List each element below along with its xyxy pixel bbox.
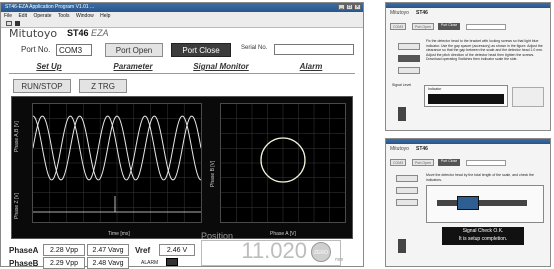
phase-b-label: PhaseB: [9, 259, 39, 268]
menu-bar: File Edit Operate Tools Window Help: [1, 12, 363, 20]
port-close-button[interactable]: Port Close: [171, 43, 231, 57]
dialog-bottom-step1-button[interactable]: [396, 175, 418, 182]
dialog-top-serial-input[interactable]: [466, 24, 506, 30]
dialog-top-model: ST46: [416, 10, 428, 16]
phase-a-label: PhaseA: [9, 246, 39, 255]
minimize-button[interactable]: _: [338, 4, 345, 10]
dialog-bottom-instructions: Move the detector head by the total leng…: [426, 173, 534, 182]
alarm-label: ALARM: [141, 260, 159, 266]
status-box: Signal Check O.K. It is setup completion…: [442, 227, 524, 245]
led-indicator: [428, 94, 504, 104]
phase-b-vpp: 2.29 Vpp: [43, 257, 85, 269]
app-panel: Mitutoyo ST46 EZA Port No. COM3 Port Ope…: [1, 27, 363, 269]
vref-label: Vref: [135, 246, 151, 255]
dialog-bottom-port-close[interactable]: Port Close: [438, 159, 460, 166]
oscilloscope-panel: Phase A,B [V] Phase Z [V] Time [ms] Phas…: [11, 96, 353, 239]
serial-input[interactable]: [274, 44, 354, 55]
dialog-top-port-open[interactable]: Port Open: [412, 23, 434, 30]
tab-parameter[interactable]: Parameter: [93, 62, 173, 71]
tab-setup[interactable]: Set Up: [9, 62, 89, 71]
dialog-bottom-port-select[interactable]: COM3: [390, 159, 406, 166]
time-plot-ylabel-bottom: Phase Z [V]: [14, 192, 20, 219]
phase-a-vavg: 2.47 Vavg: [87, 244, 129, 256]
head-figure: [512, 87, 544, 107]
dialog-top-port-close[interactable]: Port Close: [438, 23, 460, 30]
window-title: ST46-EZA Application Program V1.01 ...: [5, 4, 95, 10]
signal-graph-box: [426, 185, 544, 223]
model-number: ST46: [67, 28, 89, 38]
tab-signal-monitor[interactable]: Signal Monitor: [177, 62, 265, 71]
z-trg-button[interactable]: Z TRG: [79, 79, 127, 93]
dialog-bottom-serial-input[interactable]: [466, 160, 506, 166]
setup-dialog-top: Mitutoyo ST46 COM3 Port Open Port Close …: [385, 2, 551, 131]
menu-file[interactable]: File: [4, 13, 12, 19]
indicator-label: Indicator: [428, 87, 442, 91]
time-plot-ylabel-top: Phase A,B [V]: [14, 121, 20, 152]
unit-label: mm: [335, 257, 344, 263]
dialog-top-titlebar: [386, 3, 550, 8]
dialog-top-step1-button[interactable]: [398, 43, 420, 50]
menu-edit[interactable]: Edit: [18, 13, 27, 19]
port-value: COM3: [59, 46, 83, 55]
stop-icon[interactable]: [15, 21, 20, 26]
vref-value: 2.46 V: [159, 244, 195, 256]
title-bar: ST46-EZA Application Program V1.01 ...: [1, 3, 363, 12]
dialog-bottom-model: ST46: [416, 146, 428, 152]
dialog-top-step3-button[interactable]: [398, 67, 420, 74]
run-arrow-icon[interactable]: [6, 21, 12, 26]
menu-tools[interactable]: Tools: [58, 13, 70, 19]
dialog-bottom-port-open[interactable]: Port Open: [412, 159, 434, 166]
zero-button[interactable]: ZERO: [311, 242, 331, 262]
dialog-bottom-titlebar: [386, 139, 550, 144]
port-label: Port No.: [21, 45, 51, 54]
dialog-top-instructions: Fix the detector head to the bracket wit…: [426, 39, 544, 61]
lissajous-plot-svg: [221, 104, 345, 222]
setup-dialog-bottom: Mitutoyo ST46 COM3 Port Open Port Close …: [385, 138, 551, 267]
lissajous-ylabel: Phase B [V]: [210, 160, 216, 187]
menu-help[interactable]: Help: [100, 13, 110, 19]
main-window: ST46-EZA Application Program V1.01 ... _…: [0, 2, 364, 269]
run-stop-button[interactable]: RUN/STOP: [13, 79, 71, 93]
alarm-indicator: [166, 258, 178, 266]
detector-head: [457, 196, 479, 210]
dialog-top-step2-button[interactable]: [398, 55, 420, 62]
scale-bar: [437, 200, 527, 206]
status-line-1: Signal Check O.K.: [462, 228, 504, 234]
maximize-button[interactable]: □: [346, 4, 353, 10]
device-icon: [398, 107, 406, 121]
menu-window[interactable]: Window: [76, 13, 94, 19]
time-plot-xlabel: Time [ms]: [108, 231, 130, 237]
tab-alarm[interactable]: Alarm: [269, 62, 353, 71]
dialog-top-port-select[interactable]: COM3: [390, 23, 406, 30]
dialog-top-logo: Mitutoyo: [390, 10, 409, 16]
close-button[interactable]: ×: [354, 4, 361, 10]
dialog-bottom-logo: Mitutoyo: [390, 146, 409, 152]
device-icon: [398, 239, 406, 253]
position-value: 11.020: [241, 238, 307, 263]
status-line-2: It is setup completion.: [458, 236, 508, 242]
menu-operate[interactable]: Operate: [33, 13, 51, 19]
time-plot-svg: [32, 104, 202, 222]
dialog-bottom-step3-button[interactable]: [396, 199, 418, 206]
phase-a-vpp: 2.28 Vpp: [43, 244, 85, 256]
lissajous-xlabel: Phase A [V]: [270, 231, 296, 237]
port-open-button[interactable]: Port Open: [105, 43, 163, 57]
signal-level-label: Signal Level: [392, 83, 412, 87]
model-name: ST46 EZA: [67, 28, 109, 38]
time-plot: [32, 103, 202, 223]
tab-divider: [9, 73, 355, 74]
serial-label: Serial No.: [241, 45, 268, 51]
model-suffix: EZA: [91, 28, 109, 38]
phase-b-vavg: 2.48 Vavg: [87, 257, 129, 269]
lissajous-plot: [220, 103, 346, 223]
port-select[interactable]: COM3: [56, 44, 92, 56]
dialog-bottom-step2-button[interactable]: [396, 187, 418, 194]
mitutoyo-logo: Mitutoyo: [9, 27, 58, 40]
